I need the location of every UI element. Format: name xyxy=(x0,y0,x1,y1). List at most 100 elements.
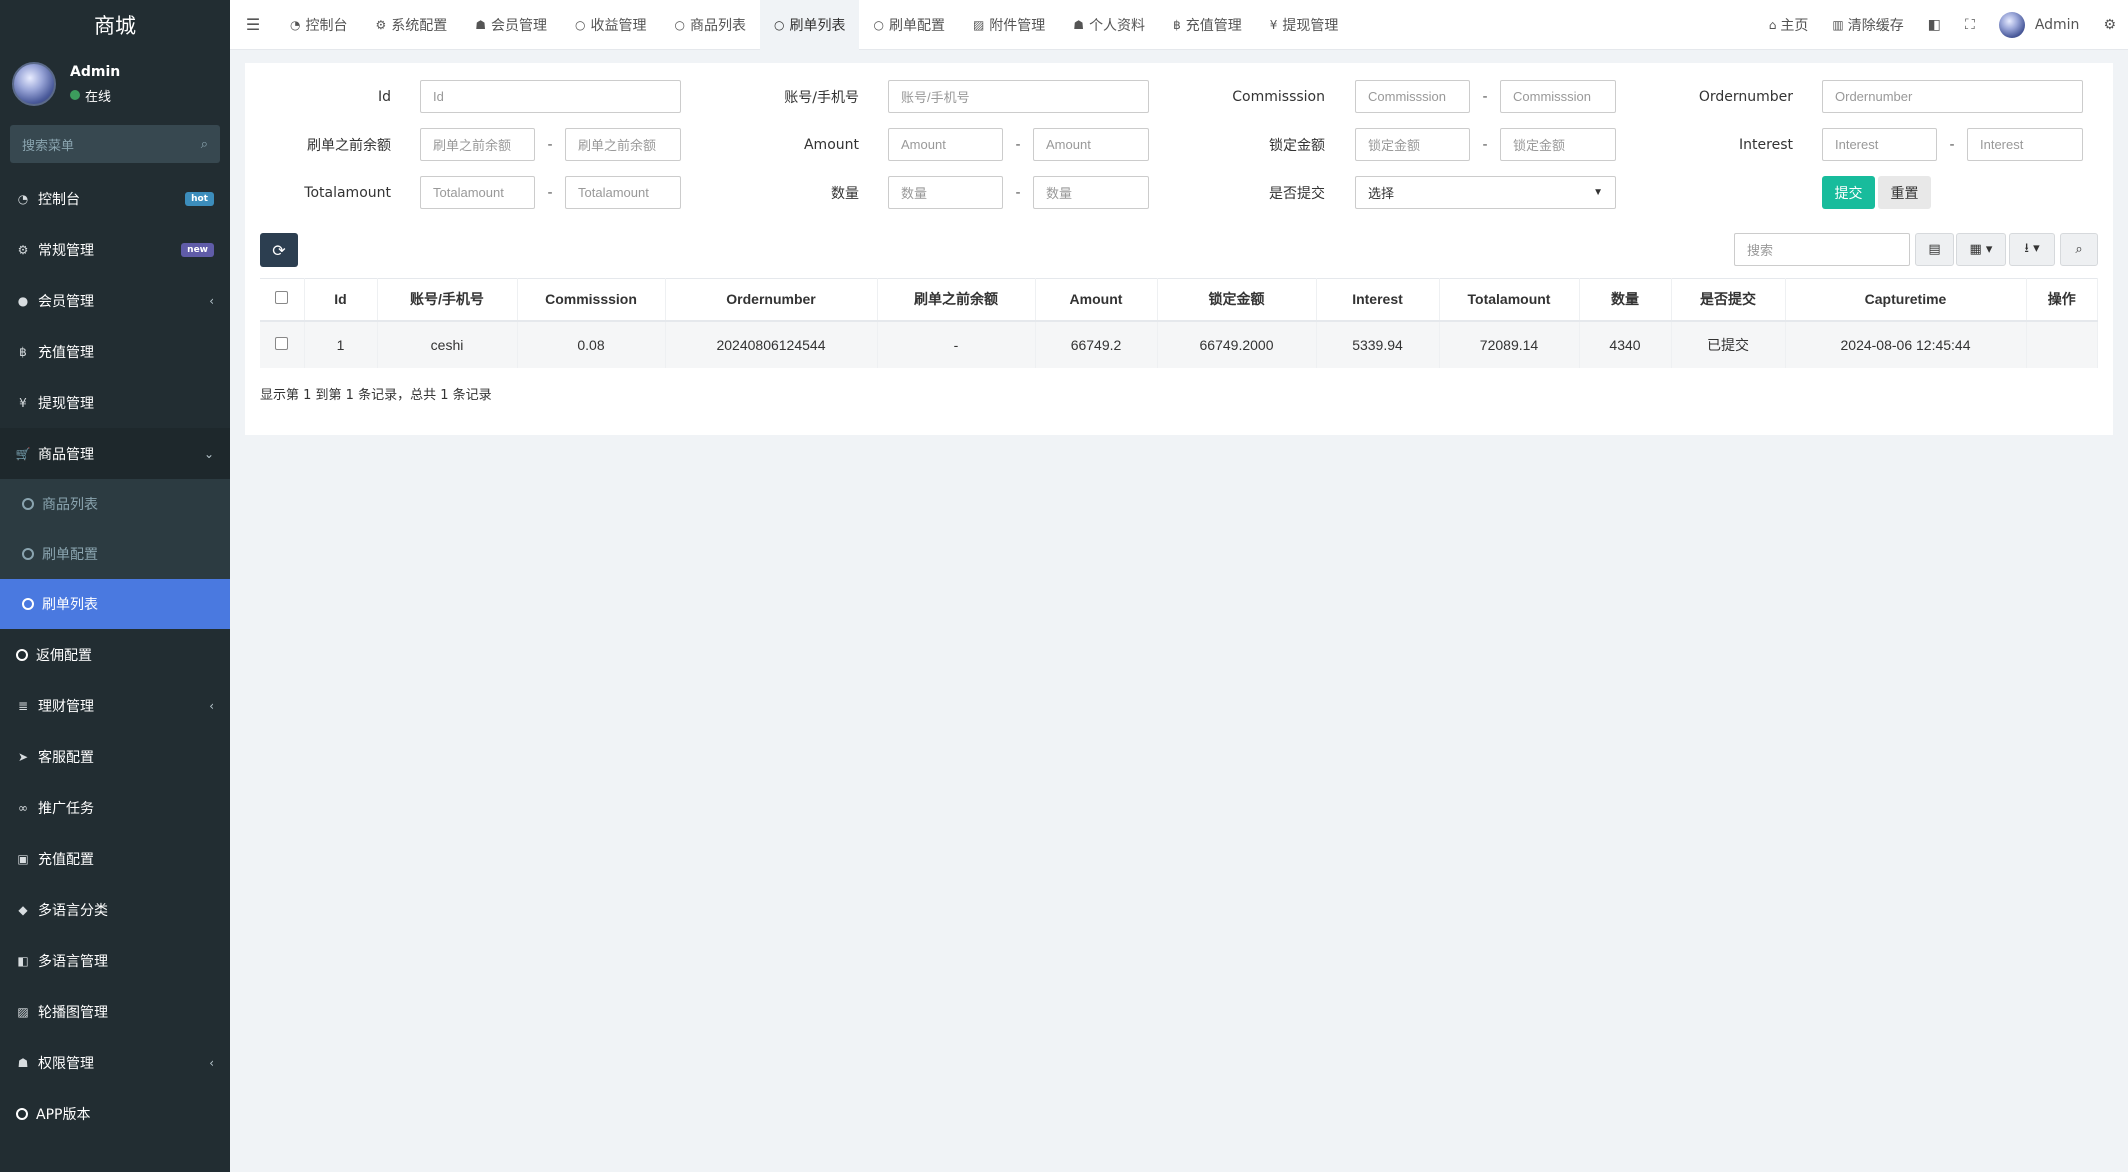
column-header[interactable]: 刷单之前余额 xyxy=(877,278,1036,322)
id-input[interactable]: Id xyxy=(420,80,681,113)
totalamount-label: Totalamount xyxy=(304,184,391,201)
column-header[interactable]: 锁定金额 xyxy=(1157,278,1317,322)
home-label: 主页 xyxy=(1780,18,1809,34)
sidebar-item[interactable]: ➤ 客服配置 xyxy=(0,731,230,782)
sidebar-item[interactable]: ☗ 权限管理 ‹ xyxy=(0,1037,230,1088)
sidebar-item[interactable]: ◔ 控制台 hot xyxy=(0,173,230,224)
tab-label: 刷单列表 xyxy=(789,17,846,34)
fullscreen-icon[interactable]: ⛶ xyxy=(1953,17,1987,33)
sidebar-item[interactable]: ◆ 多语言分类 xyxy=(0,884,230,935)
sidebar-item[interactable]: 🛒 商品管理 ⌄ xyxy=(0,428,230,479)
table-cell: 66749.2 xyxy=(1035,320,1158,368)
before-balance-min-input[interactable]: 刷单之前余额 xyxy=(420,128,535,161)
table-cell: 4340 xyxy=(1579,320,1672,368)
sidebar-item[interactable]: ● 会员管理 ‹ xyxy=(0,275,230,326)
tab[interactable]: ○ 刷单列表 xyxy=(759,0,860,50)
table-body: 1 ceshi 0.08 20240806124544-66749.2 66749.20… xyxy=(260,320,2098,368)
toggle-view-button[interactable]: ▤ xyxy=(1915,233,1954,266)
locked-amount-max-input[interactable]: 锁定金额 xyxy=(1500,128,1616,161)
ordernumber-input[interactable]: Ordernumber xyxy=(1822,80,2083,113)
column-header[interactable]: 账号/手机号 xyxy=(377,278,518,322)
column-header[interactable]: 操作 xyxy=(2026,278,2098,322)
tab[interactable]: ○ 商品列表 xyxy=(661,0,760,50)
account-input[interactable]: 账号/手机号 xyxy=(888,80,1149,113)
table-search-input[interactable]: 搜索 xyxy=(1734,233,1910,266)
tab[interactable]: ⚙ 系统配置 xyxy=(361,0,461,50)
sidebar-subitem[interactable]: 刷单列表 xyxy=(0,579,230,629)
sidebar-item[interactable]: ¥ 提现管理 xyxy=(0,377,230,428)
row-checkbox[interactable] xyxy=(275,336,289,350)
brand-logo[interactable]: 商城 xyxy=(0,0,230,50)
tab[interactable]: ¥ 提现管理 xyxy=(1256,0,1353,50)
topbar: ☰ ◔ 控制台 ⚙ 系统配置 ☗ 会员管理 ○ 收益管理 ○ 商品列表 ○ 刷单列表 ○ 刷单配置 ▨ 附件管… xyxy=(230,0,2128,50)
interest-min-input[interactable]: Interest xyxy=(1822,128,1937,161)
locked-amount-min-input[interactable]: 锁定金额 xyxy=(1355,128,1470,161)
tab[interactable]: ▨ 附件管理 xyxy=(959,0,1059,50)
column-header[interactable]: Commisssion xyxy=(517,278,666,322)
sidebar-item[interactable]: ▨ 轮播图管理 xyxy=(0,986,230,1037)
cogs-icon[interactable]: ⚙ xyxy=(2091,17,2128,33)
table-row[interactable]: 1 ceshi 0.08 20240806124544-66749.2 66749.20… xyxy=(260,320,2098,368)
home-link[interactable]: ⌂ 主页 xyxy=(1757,15,1821,35)
column-header[interactable]: Interest xyxy=(1316,278,1440,322)
tab[interactable]: ○ 刷单配置 xyxy=(859,0,958,50)
image-icon: ▨ xyxy=(17,1004,29,1019)
column-header[interactable]: 是否提交 xyxy=(1671,278,1786,322)
sidebar-item[interactable]: ≣ 理财管理 ‹ xyxy=(0,680,230,731)
tab[interactable]: ○ 收益管理 xyxy=(561,0,660,50)
file-image-icon: ▨ xyxy=(972,17,985,32)
interest-max-input[interactable]: Interest xyxy=(1967,128,2083,161)
quantity-label: 数量 xyxy=(831,185,859,202)
data-table: Id 账号/手机号 Commisssion Ordernumber 刷单之前余额 Amou… xyxy=(260,278,2098,368)
language-icon[interactable]: ◧ xyxy=(1916,17,1953,33)
submit-button[interactable]: 提交 xyxy=(1822,176,1875,209)
sidebar-item[interactable]: ◧ 多语言管理 xyxy=(0,935,230,986)
column-header[interactable]: Capturetime xyxy=(1785,278,2027,322)
column-header[interactable]: Totalamount xyxy=(1439,278,1580,322)
sidebar-item[interactable]: APP版本 xyxy=(0,1088,230,1139)
reset-button[interactable]: 重置 xyxy=(1878,176,1931,209)
column-header[interactable]: Id xyxy=(304,278,378,322)
table-cell: - xyxy=(877,320,1036,368)
column-header[interactable]: 数量 xyxy=(1579,278,1672,322)
tab[interactable]: ☗ 个人资料 xyxy=(1059,0,1159,50)
table-cell: 5339.94 xyxy=(1316,320,1440,368)
tab[interactable]: ◔ 控制台 xyxy=(276,0,361,50)
commission-min-input[interactable]: Commisssion xyxy=(1355,80,1470,113)
amount-max-input[interactable]: Amount xyxy=(1033,128,1149,161)
ordernumber-label: Ordernumber xyxy=(1698,88,1793,105)
quantity-max-input[interactable]: 数量 xyxy=(1033,176,1149,209)
submitted-select[interactable]: 选择 ▼ xyxy=(1355,176,1616,209)
pagination-info: 显示第 1 到第 1 条记录，总共 1 条记录 xyxy=(260,388,492,403)
tab[interactable]: ☗ 会员管理 xyxy=(461,0,561,50)
sidebar-toggle-icon[interactable]: ☰ xyxy=(230,0,276,50)
clear-cache-button[interactable]: ▥ 清除缓存 xyxy=(1820,15,1915,35)
sidebar-subitem[interactable]: 商品列表 xyxy=(0,479,230,529)
sidebar-item[interactable]: 返佣配置 xyxy=(0,629,230,680)
menu-search-input[interactable]: 搜索菜单 ⌕ xyxy=(10,125,220,163)
bitcoin-icon: ฿ xyxy=(1173,17,1181,32)
column-header[interactable]: Amount xyxy=(1035,278,1158,322)
select-all-checkbox[interactable] xyxy=(275,291,289,305)
totalamount-min-input[interactable]: Totalamount xyxy=(420,176,535,209)
sidebar-item[interactable]: ∞ 推广任务 xyxy=(0,782,230,833)
quantity-min-input[interactable]: 数量 xyxy=(888,176,1003,209)
sidebar-item[interactable]: ▣ 充值配置 xyxy=(0,833,230,884)
chevron-left-icon: ‹ xyxy=(209,293,214,308)
caret-down-icon: ▼ xyxy=(1593,187,1603,198)
before-balance-max-input[interactable]: 刷单之前余额 xyxy=(565,128,681,161)
admin-menu[interactable]: Admin xyxy=(1987,12,2092,38)
tab[interactable]: ฿ 充值管理 xyxy=(1159,0,1256,50)
amount-min-input[interactable]: Amount xyxy=(888,128,1003,161)
column-header[interactable]: Ordernumber xyxy=(665,278,878,322)
commission-max-input[interactable]: Commisssion xyxy=(1500,80,1616,113)
totalamount-max-input[interactable]: Totalamount xyxy=(565,176,681,209)
advanced-search-button[interactable]: ⌕ xyxy=(2060,233,2098,266)
columns-button[interactable]: ▦ ▾ xyxy=(1956,233,2006,266)
export-button[interactable]: ⭳ ▾ xyxy=(2009,233,2055,266)
sidebar-item[interactable]: ⚙ 常规管理 new xyxy=(0,224,230,275)
sidebar-subitem[interactable]: 刷单配置 xyxy=(0,529,230,579)
refresh-button[interactable]: ⟳ xyxy=(260,233,298,267)
sidebar-item[interactable]: ฿ 充值管理 xyxy=(0,326,230,377)
commission-label: Commisssion xyxy=(1232,88,1325,105)
